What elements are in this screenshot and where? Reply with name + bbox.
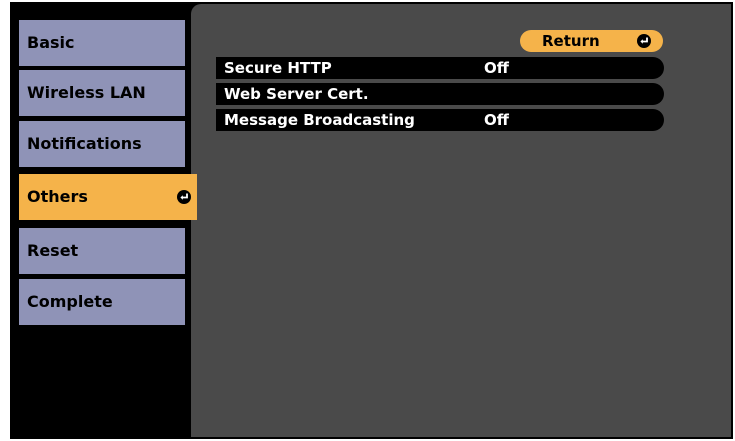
setting-row-secure-http[interactable]: Secure HTTP Off [216, 57, 664, 79]
setting-row-web-server-cert[interactable]: Web Server Cert. [216, 83, 664, 105]
sidebar-item-reset[interactable]: Reset [19, 228, 185, 274]
setting-label: Message Broadcasting [224, 111, 415, 129]
sidebar-item-wireless-lan[interactable]: Wireless LAN [19, 70, 185, 116]
return-label: Return [542, 32, 600, 50]
sidebar-item-notifications[interactable]: Notifications [19, 121, 185, 167]
sidebar-item-label: Basic [27, 33, 75, 52]
enter-icon [177, 190, 191, 204]
return-button[interactable]: Return [520, 30, 663, 52]
sidebar-separator [185, 121, 191, 167]
setting-label: Secure HTTP [224, 59, 332, 77]
sidebar-item-label: Others [27, 187, 88, 206]
sidebar-separator [185, 70, 191, 116]
sidebar-item-complete[interactable]: Complete [19, 279, 185, 325]
setting-value: Off [484, 59, 509, 77]
sidebar-item-basic[interactable]: Basic [19, 20, 185, 66]
setting-value: Off [484, 111, 509, 129]
setting-label: Web Server Cert. [224, 85, 369, 103]
sidebar-item-label: Complete [27, 292, 113, 311]
sidebar-item-label: Notifications [27, 134, 142, 153]
sidebar-separator [185, 279, 191, 325]
sidebar-item-others[interactable]: Others [19, 174, 197, 220]
sidebar-separator [185, 20, 191, 66]
sidebar-item-label: Wireless LAN [27, 83, 146, 102]
setting-row-message-broadcasting[interactable]: Message Broadcasting Off [216, 109, 664, 131]
sidebar-item-label: Reset [27, 241, 79, 260]
sidebar-separator [185, 228, 191, 274]
enter-icon [637, 34, 651, 48]
